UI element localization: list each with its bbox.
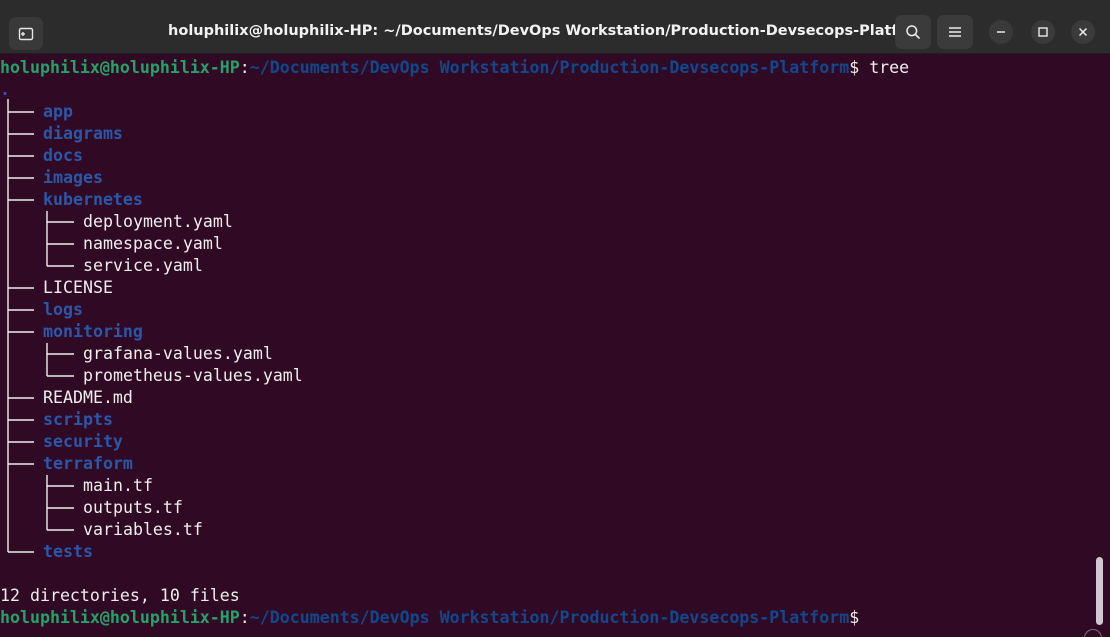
terminal-output[interactable]: holuphilix@holuphilix-HP:~/Documents/Dev… (0, 54, 1110, 637)
tree-directory: terraform (43, 454, 133, 473)
prompt-separator: : (239, 608, 250, 627)
tree-directory: diagrams (43, 124, 123, 143)
title-bar[interactable]: holuphilix@holuphilix-HP: ~/Documents/De… (0, 0, 1110, 54)
tree-directory: monitoring (43, 322, 143, 341)
scrollbar-thumb[interactable] (1096, 557, 1103, 625)
tree-file: deployment.yaml (83, 212, 233, 231)
close-icon (1078, 27, 1088, 37)
tree-file: namespace.yaml (83, 234, 223, 253)
minimize-button[interactable] (989, 20, 1013, 44)
new-tab-button[interactable] (9, 17, 43, 50)
tree-file: LICENSE (43, 278, 113, 297)
new-tab-icon (18, 27, 34, 40)
tree-file: README.md (43, 388, 133, 407)
hamburger-menu-icon (949, 27, 961, 37)
search-button[interactable] (895, 15, 931, 49)
minimize-icon (997, 31, 1005, 33)
tree-directory: security (43, 432, 123, 451)
tree-directory: images (43, 168, 103, 187)
search-icon (906, 25, 920, 39)
maximize-icon (1038, 27, 1048, 37)
close-button[interactable] (1071, 20, 1095, 44)
tree-file: outputs.tf (83, 498, 183, 517)
tree-file: service.yaml (83, 256, 203, 275)
prompt-dollar: $ (849, 608, 860, 627)
prompt-user: holuphilix@holuphilix-HP (0, 608, 240, 627)
tree-directory: scripts (43, 410, 113, 429)
tree-file: variables.tf (83, 520, 203, 539)
prompt-path: ~/Documents/DevOps Workstation/Productio… (249, 608, 850, 627)
tree-file: prometheus-values.yaml (83, 366, 303, 385)
command-text: tree (869, 58, 910, 77)
prompt-line-2: holuphilix@holuphilix-HP:~/Documents/Dev… (0, 607, 859, 629)
summary-line: 12 directories, 10 files (0, 586, 240, 605)
tree-file: main.tf (83, 476, 153, 495)
tree-directory: app (43, 102, 73, 121)
tree-directory: tests (43, 542, 93, 561)
maximize-button[interactable] (1031, 20, 1055, 44)
tree-directory: logs (43, 300, 83, 319)
tree-directory: kubernetes (43, 190, 143, 209)
prompt-dollar: $ (849, 58, 870, 77)
tree-directory: docs (43, 146, 83, 165)
terminal-window: holuphilix@holuphilix-HP: ~/Documents/De… (0, 0, 1110, 637)
menu-button[interactable] (937, 15, 973, 49)
tree-file: grafana-values.yaml (83, 344, 273, 363)
window-title: holuphilix@holuphilix-HP: ~/Documents/De… (168, 23, 930, 39)
